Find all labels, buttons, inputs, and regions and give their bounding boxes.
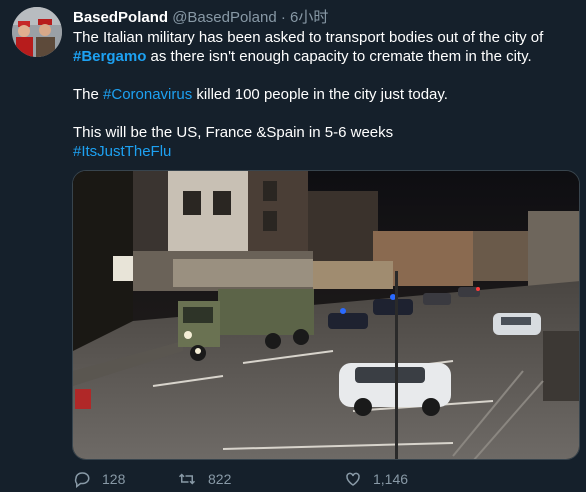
street-scene-image	[73, 171, 579, 459]
video-thumbnail[interactable]	[72, 170, 580, 460]
avatar[interactable]	[12, 7, 62, 57]
hashtag-itsjusttheflu[interactable]: #ItsJustTheFlu	[73, 143, 171, 160]
text-line: This will be the US, France &Spain in 5-…	[73, 124, 394, 141]
retweet-icon	[178, 473, 196, 485]
retweet-count: 822	[208, 471, 232, 487]
like-button[interactable]: 1,146	[344, 468, 408, 490]
separator-dot: ·	[280, 9, 286, 26]
reply-icon	[74, 472, 90, 488]
display-name[interactable]: BasedPoland	[73, 9, 168, 26]
text-line: #Bergamo as there isn't enough capacity …	[73, 48, 532, 65]
reply-button[interactable]: 128	[73, 468, 125, 490]
heart-icon	[346, 472, 360, 486]
reply-count: 128	[102, 471, 126, 487]
text-line: The #Coronavirus killed 100 people in th…	[73, 86, 448, 103]
tweet-timestamp[interactable]: 6小时	[290, 9, 328, 26]
hashtag-bergamo[interactable]: #Bergamo	[73, 48, 146, 65]
tweet[interactable]: BasedPoland @BasedPoland · 6小时 The Itali…	[0, 0, 586, 492]
avatar-image	[12, 7, 62, 57]
text-line: The Italian military has been asked to t…	[73, 29, 544, 46]
text-line: #ItsJustTheFlu	[73, 142, 578, 161]
user-handle[interactable]: @BasedPoland	[172, 9, 276, 26]
tweet-actions: 128 822 1,146	[73, 468, 493, 490]
tweet-text: The Italian military has been asked to t…	[73, 28, 578, 161]
retweet-button[interactable]: 822	[177, 468, 231, 490]
like-count: 1,146	[373, 471, 409, 487]
hashtag-coronavirus[interactable]: #Coronavirus	[103, 86, 192, 103]
tweet-header: BasedPoland @BasedPoland · 6小时	[73, 8, 328, 27]
